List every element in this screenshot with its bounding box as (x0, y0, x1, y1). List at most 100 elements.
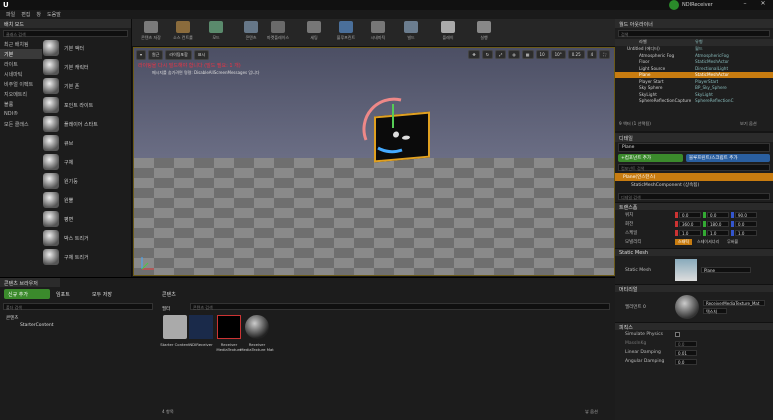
root-component-item[interactable]: Plane(인스턴스) (615, 173, 773, 181)
scale-tool-icon[interactable]: ⤢ (495, 50, 507, 59)
add-component-button[interactable]: +컴포넌트 추가 (618, 154, 683, 162)
category-item[interactable]: 비주얼 이펙트 (0, 79, 42, 89)
place-mode-tab[interactable]: 배치 모드 (0, 19, 131, 28)
placeable-item[interactable]: 포인트 라이트 (43, 95, 129, 115)
menu-help[interactable]: 도움말 (47, 11, 61, 18)
materials-section[interactable]: 머티리얼 (615, 284, 773, 293)
placeable-item[interactable]: 플레이어 스타트 (43, 114, 129, 134)
show-button[interactable]: 표시 (193, 50, 210, 60)
simulate-physics-checkbox[interactable] (675, 332, 680, 337)
toolbar-button-10[interactable]: 실행 (468, 21, 500, 46)
static-mesh-component-item[interactable]: StaticMeshComponent (상속됨) (615, 181, 773, 189)
location-y[interactable]: 0.0 (707, 211, 729, 218)
toolbar-button-2[interactable]: 모드 (200, 21, 232, 46)
placeable-item[interactable]: 평면 (43, 209, 129, 229)
content-browser-tab[interactable]: 콘텐츠 브라우저 (0, 278, 60, 287)
outliner-row[interactable]: SphereReflectionCapture SphereReflectionC (615, 98, 773, 105)
details-tab[interactable]: 디테일 (615, 133, 773, 142)
angular-damping-field[interactable]: 0.0 (675, 358, 697, 365)
maximize-viewport-icon[interactable]: ⛶ (599, 50, 610, 59)
scale-y[interactable]: 1.0 (707, 229, 729, 236)
category-item[interactable]: 지오메트리 (0, 89, 42, 99)
toolbar-button-9[interactable]: 플레이 (432, 21, 464, 46)
rotation-z[interactable]: 0.0 (735, 220, 757, 227)
toolbar-button-6[interactable]: 블루프린트 (330, 21, 362, 46)
menu-edit[interactable]: 편집 (21, 11, 30, 18)
placeable-item[interactable]: 원뿔 (43, 190, 129, 210)
label-column-header[interactable]: 라벨 (615, 39, 695, 45)
viewport-menu-button[interactable]: ▾ (136, 50, 147, 60)
minimize-button[interactable]: – (740, 0, 750, 8)
placeable-item[interactable]: 원기둥 (43, 171, 129, 191)
asset-tile[interactable]: NDIReceiver (189, 315, 213, 347)
scale-snap-value[interactable]: 0.25 (567, 50, 585, 59)
rotation-snap-value[interactable]: 10° (550, 50, 566, 59)
details-search-input[interactable]: 디테일 검색 (618, 193, 770, 200)
perspective-button[interactable]: 원근 (148, 50, 164, 60)
toolbar-button-0[interactable]: 콘텐츠 저장 (135, 21, 167, 46)
location-x[interactable]: 0.0 (679, 211, 701, 218)
save-all-button[interactable]: 모두 저장 (88, 289, 116, 299)
placeable-item[interactable]: 박스 트리거 (43, 228, 129, 248)
close-button[interactable]: ✕ (757, 0, 769, 8)
placeable-item[interactable]: 큐브 (43, 133, 129, 153)
rotation-y[interactable]: 180.0 (707, 220, 729, 227)
content-path-breadcrumb[interactable]: 콘텐츠 (158, 289, 180, 299)
translate-tool-icon[interactable]: ✥ (468, 50, 480, 59)
rotation-x[interactable]: 360.0 (679, 220, 701, 227)
category-item[interactable]: 볼륨 (0, 99, 42, 109)
physics-section[interactable]: 피직스 (615, 322, 773, 331)
textures-dropdown[interactable]: 텍스처 (703, 308, 727, 314)
component-search-input[interactable]: 컴포넌트 검색 (618, 164, 770, 171)
level-viewport[interactable]: ▾ 원근 라이팅포함 표시 라이팅을 다시 빌드해야 합니다 (빌드 필요: 1… (133, 47, 615, 276)
category-item[interactable]: 시네마틱 (0, 69, 42, 79)
category-item[interactable]: 기본 (0, 49, 42, 59)
category-item[interactable]: 라이트 (0, 59, 42, 69)
menu-file[interactable]: 파일 (6, 11, 15, 18)
scale-z[interactable]: 1.0 (735, 229, 757, 236)
rotate-tool-icon[interactable]: ↻ (481, 50, 494, 59)
rotate-gizmo[interactable] (356, 92, 426, 162)
placeable-item[interactable]: 기본 폰 (43, 76, 129, 96)
outliner-search-input[interactable]: 검색 (618, 30, 770, 37)
folder-search-input[interactable]: 폴더 검색 (3, 303, 153, 310)
asset-tile[interactable]: Receiver MediaTexture Mat (240, 315, 274, 352)
type-column-header[interactable]: 유형 (695, 39, 703, 45)
category-item[interactable]: 모든 클래스 (0, 119, 42, 129)
toolbar-button-4[interactable]: 마켓플레이스 (262, 21, 294, 46)
toolbar-button-7[interactable]: 시네마틱 (362, 21, 394, 46)
category-item[interactable]: 최근 배치됨 (0, 39, 42, 49)
mass-field[interactable]: 0.0 (675, 340, 697, 347)
placeable-item[interactable]: 기본 캐릭터 (43, 57, 129, 77)
material-thumbnail[interactable] (675, 295, 699, 319)
toolbar-button-8[interactable]: 빌드 (395, 21, 427, 46)
tree-root[interactable]: 콘텐츠 (6, 315, 18, 321)
world-space-icon[interactable]: ◍ (508, 50, 520, 59)
content-view-options[interactable]: 뷰 옵션 (585, 409, 598, 415)
lit-mode-button[interactable]: 라이팅포함 (165, 50, 192, 60)
scale-x[interactable]: 1.0 (679, 229, 701, 236)
material-dropdown[interactable]: ReceiverMediaTexture_Mat (703, 300, 765, 306)
mobility-movable-button[interactable]: 무버블 (724, 239, 741, 245)
mobility-static-button[interactable]: 스태틱 (675, 238, 693, 245)
class-search-input[interactable]: 클래스 검색 (3, 30, 128, 37)
placeable-item[interactable]: 구체 트리거 (43, 247, 129, 267)
location-z[interactable]: 90.0 (735, 211, 757, 218)
blueprint-script-button[interactable]: 블루프린트/스크립트 추가 (686, 154, 770, 162)
asset-tile[interactable]: Receiver MediaTexture (216, 315, 242, 352)
add-new-button[interactable]: 신규 추가 (4, 289, 50, 299)
actor-name-field[interactable]: Plane (618, 143, 770, 152)
outliner-view-options[interactable]: 보기 옵션 (740, 121, 757, 127)
grid-snap-icon[interactable]: ▦ (521, 50, 534, 59)
asset-tile[interactable]: Starter Content (160, 315, 190, 347)
menu-window[interactable]: 창 (36, 11, 41, 18)
placeable-item[interactable]: 구체 (43, 152, 129, 172)
transform-section[interactable]: 트랜스폼 (615, 202, 773, 211)
camera-speed-value[interactable]: 4 (586, 50, 598, 59)
static-mesh-section[interactable]: Static Mesh (615, 248, 773, 256)
mobility-stationary-button[interactable]: 스테이셔너리 (694, 239, 722, 245)
toolbar-button-5[interactable]: 세팅 (298, 21, 330, 46)
asset-search-input[interactable]: 콘텐츠 검색 (190, 303, 610, 310)
static-mesh-thumbnail[interactable] (675, 259, 697, 281)
filter-button[interactable]: 필터 (162, 306, 170, 312)
